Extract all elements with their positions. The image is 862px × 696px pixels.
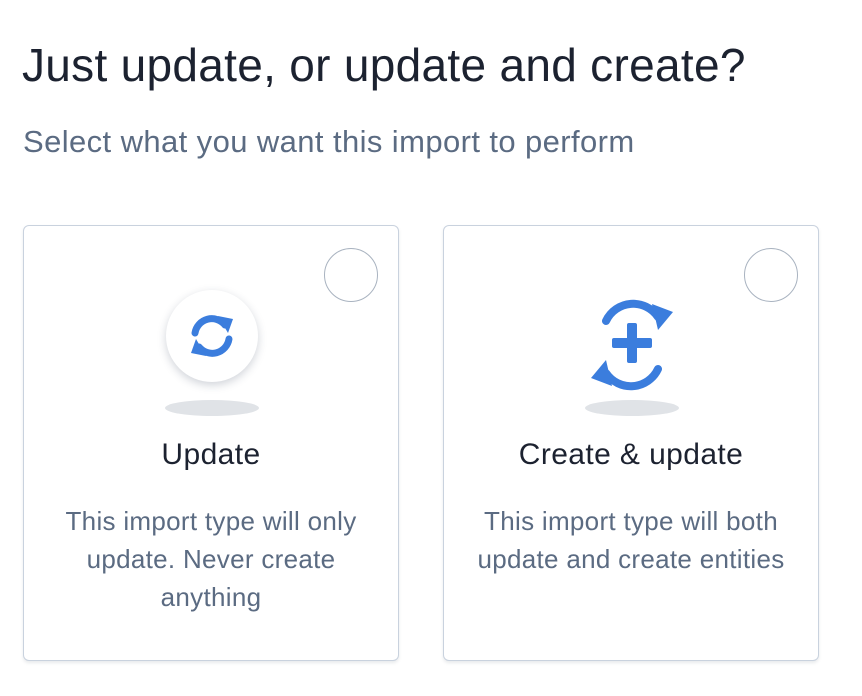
icon-shadow bbox=[165, 400, 259, 416]
import-type-page: Just update, or update and create? Selec… bbox=[0, 0, 862, 696]
create-update-illustration bbox=[444, 286, 818, 416]
create-update-icon bbox=[591, 299, 673, 391]
update-option-description: This import type will only update. Never… bbox=[65, 506, 357, 612]
update-option-title: Update bbox=[161, 438, 261, 471]
icon-badge bbox=[166, 290, 258, 382]
refresh-icon bbox=[191, 315, 233, 357]
icon-shadow bbox=[585, 400, 679, 416]
create-update-option-card[interactable]: Create & update This import type will bo… bbox=[443, 225, 819, 661]
update-illustration bbox=[24, 286, 398, 416]
page-subtitle: Select what you want this import to perf… bbox=[23, 124, 635, 159]
update-option-card[interactable]: Update This import type will only update… bbox=[23, 225, 399, 661]
create-update-option-description: This import type will both update and cr… bbox=[477, 506, 785, 574]
page-title: Just update, or update and create? bbox=[22, 39, 746, 91]
create-update-option-title: Create & update bbox=[518, 438, 744, 471]
